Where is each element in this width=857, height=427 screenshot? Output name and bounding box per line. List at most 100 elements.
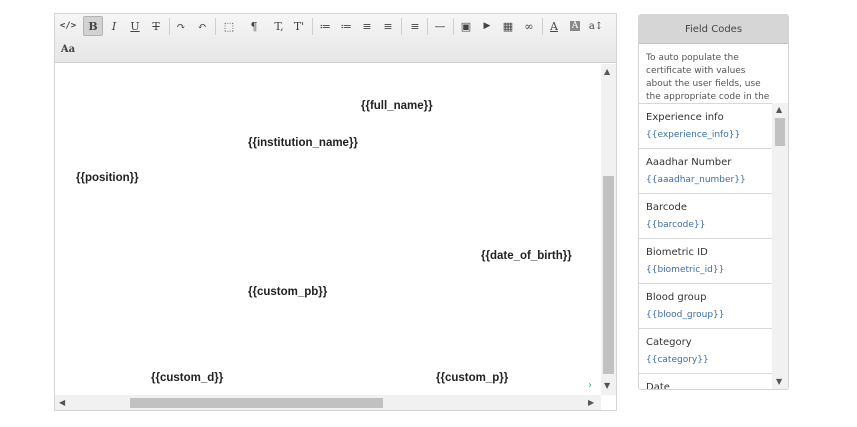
field-label: Blood group	[646, 292, 707, 303]
vertical-scroll-thumb[interactable]	[603, 176, 614, 374]
field-institution-name[interactable]: {{institution_name}}	[248, 137, 358, 149]
field-label: Barcode	[646, 202, 687, 213]
strikethrough-button[interactable]: T	[146, 16, 166, 36]
field-code[interactable]: {{blood_group}}	[646, 309, 765, 321]
field-code[interactable]: {{biometric_id}}	[646, 264, 765, 276]
field-codes-description: To auto populate the certificate with va…	[646, 53, 770, 102]
paragraph-button[interactable]: ¶	[244, 16, 264, 36]
editor-toolbar: </> B I U T ↷ ↶ ⬚ ¶ T, T' ≔ ≔ ≡ ≡ ≡ — ▣ …	[55, 14, 616, 63]
video-button[interactable]: ▶	[477, 16, 497, 36]
field-code[interactable]: {{category}}	[646, 354, 765, 366]
toolbar-divider	[312, 18, 313, 35]
toolbar-divider	[215, 18, 216, 35]
indent-icon: ≡	[383, 19, 393, 33]
list-item[interactable]: Aaadhar Number {{aaadhar_number}}	[639, 149, 772, 194]
field-label: Date	[646, 382, 670, 390]
bold-button[interactable]: B	[83, 16, 103, 36]
subscript-button[interactable]: T,	[269, 16, 289, 36]
numbered-list-button[interactable]: ≔	[336, 16, 356, 36]
bold-icon: B	[88, 19, 98, 33]
field-full-name[interactable]: {{full_name}}	[361, 100, 433, 112]
undo-icon: ↶	[197, 19, 207, 33]
field-custom-pb[interactable]: {{custom_pb}}	[248, 286, 327, 298]
list-item[interactable]: Experience info {{experience_info}}	[639, 104, 772, 149]
source-code-button[interactable]: </>	[58, 16, 78, 36]
list-item[interactable]: Biometric ID {{biometric_id}}	[639, 239, 772, 284]
paragraph-icon: ¶	[250, 19, 258, 33]
outdent-icon: ≡	[362, 19, 372, 33]
image-button[interactable]: ▣	[456, 16, 476, 36]
video-icon: ▶	[483, 21, 491, 31]
font-family-icon: Aa	[60, 43, 76, 55]
scroll-left-icon[interactable]: ◀	[59, 399, 65, 407]
field-codes-title: Field Codes	[639, 15, 788, 44]
background-color-icon: A	[569, 21, 581, 31]
editor-vertical-scrollbar[interactable]: ▲ ▼	[601, 64, 616, 395]
horizontal-rule-button[interactable]: —	[430, 16, 450, 36]
list-item[interactable]: Category {{category}}	[639, 329, 772, 374]
underline-button[interactable]: U	[125, 16, 145, 36]
field-code[interactable]: {{barcode}}	[646, 219, 765, 231]
horizontal-rule-icon: —	[434, 19, 446, 33]
strikethrough-icon: T	[152, 19, 160, 33]
field-codes-panel: Field Codes To auto populate the certifi…	[638, 14, 789, 390]
field-position[interactable]: {{position}}	[76, 172, 139, 184]
scroll-down-icon[interactable]: ▼	[604, 382, 610, 390]
list-item[interactable]: Barcode {{barcode}}	[639, 194, 772, 239]
table-icon: ▦	[502, 19, 514, 33]
select-all-button[interactable]: ⬚	[219, 16, 239, 36]
bulleted-list-button[interactable]: ≔	[315, 16, 335, 36]
field-custom-p[interactable]: {{custom_p}}	[436, 372, 508, 384]
font-family-button[interactable]: Aa	[58, 39, 78, 59]
align-left-icon: ≡	[410, 19, 420, 33]
outdent-button[interactable]: ≡	[357, 16, 377, 36]
field-custom-d[interactable]: {{custom_d}}	[151, 372, 223, 384]
indent-button[interactable]: ≡	[378, 16, 398, 36]
image-icon: ▣	[460, 19, 472, 33]
field-date-of-birth[interactable]: {{date_of_birth}}	[481, 250, 572, 262]
italic-icon: I	[111, 19, 117, 33]
underline-icon: U	[130, 19, 140, 33]
font-color-button[interactable]: A	[544, 16, 564, 36]
field-label: Category	[646, 337, 692, 348]
toolbar-divider	[453, 18, 454, 35]
editor-horizontal-scrollbar[interactable]: ◀ ▶	[55, 395, 601, 410]
font-color-icon: A	[550, 19, 558, 33]
scroll-down-icon[interactable]: ▼	[776, 378, 782, 386]
editor-canvas[interactable]: {{full_name}} {{institution_name}} {{pos…	[55, 64, 601, 395]
field-codes-list: Experience info {{experience_info}} Aaad…	[639, 103, 772, 390]
field-code[interactable]: {{aaadhar_number}}	[646, 174, 765, 186]
background-color-button[interactable]: A	[565, 16, 585, 36]
resize-handle-icon[interactable]: ›	[588, 380, 592, 391]
superscript-button[interactable]: T'	[289, 16, 309, 36]
horizontal-scroll-thumb[interactable]	[130, 398, 383, 408]
font-size-button[interactable]: a↕	[586, 16, 606, 36]
list-item[interactable]: Date	[639, 374, 772, 390]
field-code[interactable]: {{experience_info}}	[646, 129, 765, 141]
redo-icon: ↷	[176, 19, 186, 33]
superscript-icon: T'	[293, 19, 305, 33]
code-icon: </>	[59, 21, 77, 31]
select-all-icon: ⬚	[223, 19, 235, 33]
field-codes-scrollbar[interactable]: ▲ ▼	[772, 103, 788, 389]
bulleted-list-icon: ≔	[319, 19, 331, 33]
redo-button[interactable]: ↷	[171, 16, 191, 36]
align-button[interactable]: ≡	[405, 16, 425, 36]
field-label: Biometric ID	[646, 247, 708, 258]
scroll-up-icon[interactable]: ▲	[604, 68, 610, 76]
scroll-up-icon[interactable]: ▲	[776, 106, 782, 114]
toolbar-divider	[169, 18, 170, 35]
field-label: Aaadhar Number	[646, 157, 732, 168]
field-label: Experience info	[646, 112, 724, 123]
table-button[interactable]: ▦	[498, 16, 518, 36]
scroll-right-icon[interactable]: ▶	[588, 399, 594, 407]
link-button[interactable]: ∞	[519, 16, 539, 36]
list-scroll-thumb[interactable]	[775, 118, 785, 146]
toolbar-divider	[542, 18, 543, 35]
font-size-icon: a↕	[588, 20, 604, 32]
italic-button[interactable]: I	[104, 16, 124, 36]
list-item[interactable]: Blood group {{blood_group}}	[639, 284, 772, 329]
undo-button[interactable]: ↶	[192, 16, 212, 36]
toolbar-divider	[401, 18, 402, 35]
numbered-list-icon: ≔	[340, 19, 352, 33]
